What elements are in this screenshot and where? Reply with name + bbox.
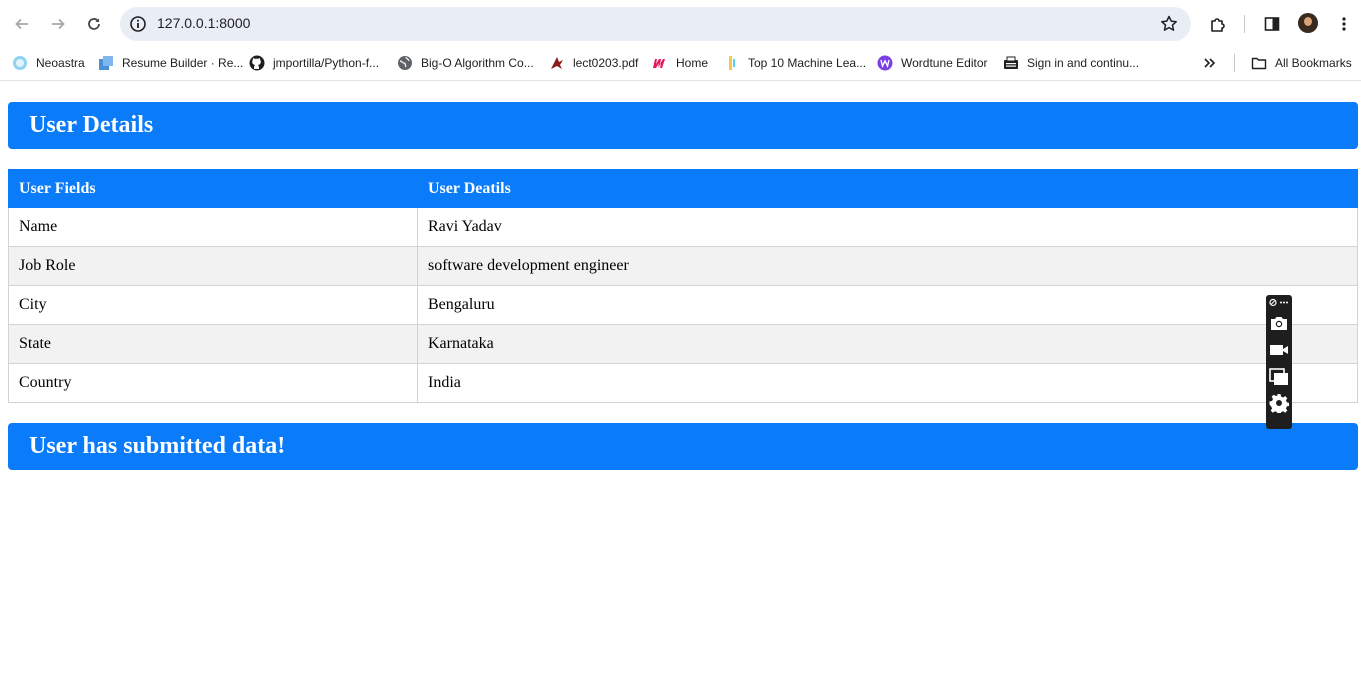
bookmark-label: Big-O Algorithm Co... (421, 56, 534, 70)
capture-overlay-toolbar (1266, 295, 1292, 429)
bookmark-label: Sign in and continu... (1027, 56, 1140, 70)
value-cell: Bengaluru (417, 285, 1358, 325)
url-text[interactable]: 127.0.0.1:8000 (157, 15, 250, 31)
wordtune-icon (877, 55, 893, 71)
address-bar[interactable]: 127.0.0.1:8000 (120, 7, 1191, 41)
back-arrow-icon (15, 18, 28, 30)
stacked-windows-icon (1269, 368, 1288, 385)
table-row: City Bengaluru (8, 285, 1358, 325)
more-bookmarks-button[interactable] (1203, 52, 1217, 74)
site-info-icon[interactable] (128, 14, 148, 34)
reload-button[interactable] (80, 10, 108, 38)
neoastra-icon (12, 55, 28, 71)
back-button[interactable] (8, 10, 36, 38)
bookmarks-divider (1234, 54, 1235, 72)
reload-icon (88, 18, 100, 30)
bookmark-label: Neoastra (36, 56, 85, 70)
gear-icon (1269, 394, 1289, 413)
value-cell: software development engineer (417, 246, 1358, 286)
browser-toolbar: 127.0.0.1:8000 (0, 0, 1361, 46)
bookmark-label: lect0203.pdf (573, 56, 639, 70)
bookmark-bar-icon (724, 55, 740, 71)
table-header-row: User Fields User Deatils (8, 169, 1358, 208)
bookmark-item[interactable]: Sign in and continu... (1003, 52, 1139, 74)
all-bookmarks-label: All Bookmarks (1275, 56, 1352, 70)
bookmark-item[interactable]: Wordtune Editor (877, 52, 988, 74)
globe-icon (397, 55, 413, 71)
submission-message: User has submitted data! (29, 433, 286, 459)
table-row: Country India (8, 363, 1358, 403)
bookmark-label: Top 10 Machine Lea... (748, 56, 867, 70)
bookmark-label: Home (676, 56, 709, 70)
bookmark-item[interactable]: Resume Builder · Re... (98, 52, 243, 74)
field-cell: State (8, 324, 418, 364)
m-logo-icon (652, 55, 668, 71)
typewriter-icon (1003, 55, 1019, 71)
side-panel-icon (1264, 17, 1280, 31)
settings-button[interactable] (1269, 393, 1289, 413)
record-video-button[interactable] (1269, 340, 1289, 360)
value-cell: Ravi Yadav (417, 207, 1358, 247)
column-header: User Fields (8, 169, 418, 208)
extensions-button[interactable] (1204, 10, 1232, 38)
puzzle-icon (1211, 18, 1225, 32)
overlay-header-icon[interactable] (1268, 298, 1290, 307)
github-icon (249, 55, 265, 71)
bookmark-star-icon[interactable] (1159, 14, 1179, 34)
table-row: Job Role software development engineer (8, 246, 1358, 286)
screenshot-button[interactable] (1269, 313, 1289, 333)
page-title-banner: User Details (8, 102, 1358, 149)
bookmark-item[interactable]: jmportilla/Python-f... (249, 52, 379, 74)
field-cell: Country (8, 363, 418, 403)
forward-button[interactable] (44, 10, 72, 38)
value-cell: India (417, 363, 1358, 403)
folder-icon (1251, 55, 1267, 71)
table-row: Name Ravi Yadav (8, 207, 1358, 247)
menu-button[interactable] (1330, 10, 1358, 38)
bookmark-label: Wordtune Editor (901, 56, 988, 70)
kebab-menu-icon (1342, 17, 1346, 31)
camera-icon (1271, 317, 1287, 330)
bookmark-item[interactable]: Big-O Algorithm Co... (397, 52, 534, 74)
field-cell: Name (8, 207, 418, 247)
page-title: User Details (29, 112, 154, 138)
double-chevron-icon (1204, 58, 1216, 68)
value-cell: Karnataka (417, 324, 1358, 364)
field-cell: Job Role (8, 246, 418, 286)
bookmark-item[interactable]: lect0203.pdf (549, 52, 638, 74)
bookmark-label: Resume Builder · Re... (122, 56, 244, 70)
profile-avatar[interactable] (1298, 13, 1318, 33)
field-cell: City (8, 285, 418, 325)
bookmark-label: jmportilla/Python-f... (273, 56, 380, 70)
video-camera-icon (1270, 345, 1288, 355)
bookmark-item[interactable]: Top 10 Machine Lea... (724, 52, 866, 74)
table-row: State Karnataka (8, 324, 1358, 364)
toolbar-divider (1244, 15, 1245, 33)
column-header: User Deatils (417, 169, 1358, 208)
bookmarks-bar: Neoastra Resume Builder · Re... jmportil… (0, 46, 1361, 81)
side-panel-button[interactable] (1258, 10, 1286, 38)
bookmark-item[interactable]: Home (652, 52, 708, 74)
submission-message-banner: User has submitted data! (8, 423, 1358, 470)
gallery-button[interactable] (1269, 367, 1289, 387)
forward-arrow-icon (52, 18, 65, 30)
bookmark-item[interactable]: Neoastra (12, 52, 85, 74)
resume-builder-icon (98, 55, 114, 71)
user-details-table: User Fields User Deatils Name Ravi Yadav… (8, 169, 1358, 403)
all-bookmarks-button[interactable]: All Bookmarks (1251, 52, 1352, 74)
pdf-bird-icon (549, 55, 565, 71)
